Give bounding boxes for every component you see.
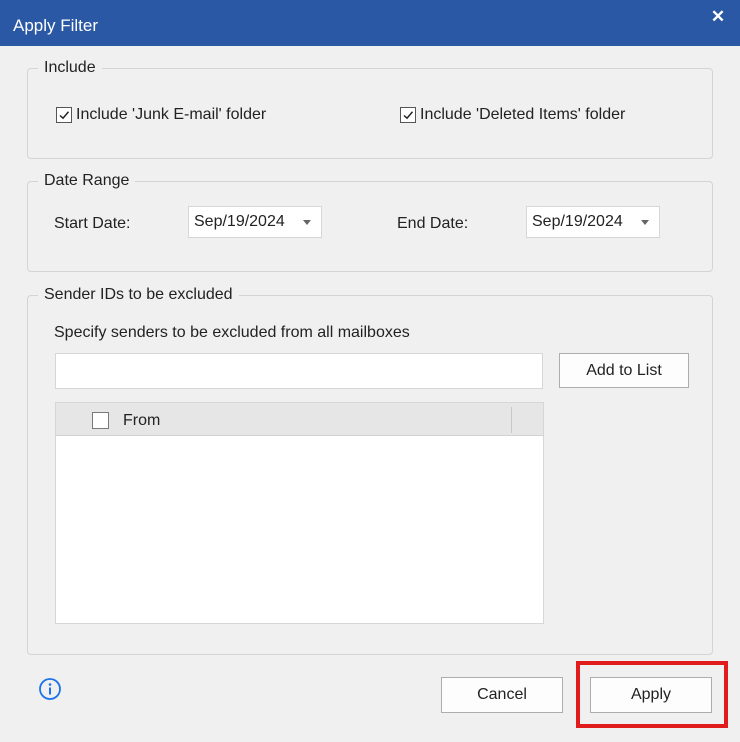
end-date-label: End Date: [397,215,469,232]
end-date-dropdown[interactable]: Sep/19/2024 [526,206,660,238]
sender-input[interactable] [55,353,543,389]
start-date-dropdown[interactable]: Sep/19/2024 [188,206,322,238]
deleted-check-icon[interactable] [400,107,416,123]
start-date-value: Sep/19/2024 [194,213,285,230]
start-date-label: Start Date: [54,215,131,232]
include-group: Include Include 'Junk E-mail' folder Inc… [27,59,713,159]
date-range-legend: Date Range [38,172,136,190]
sender-list[interactable]: From [55,402,544,624]
dialog-body: Include Include 'Junk E-mail' folder Inc… [0,46,740,742]
column-divider[interactable] [511,407,512,433]
end-date-value: Sep/19/2024 [532,213,623,230]
close-icon[interactable]: ✕ [704,4,732,30]
chevron-down-icon [641,219,649,225]
sender-group: Sender IDs to be excluded Specify sender… [27,286,713,655]
include-deleted-label: Include 'Deleted Items' folder [420,106,626,123]
include-deleted-checkbox[interactable]: Include 'Deleted Items' folder [400,106,625,124]
apply-highlight-box [576,661,728,728]
window-title: Apply Filter [13,16,99,35]
cancel-button[interactable]: Cancel [441,677,563,713]
add-to-list-label: Add to List [586,361,662,379]
sender-legend: Sender IDs to be excluded [38,286,239,304]
add-to-list-button[interactable]: Add to List [559,353,689,388]
cancel-label: Cancel [477,686,527,703]
list-header: From [56,403,543,436]
include-junk-checkbox[interactable]: Include 'Junk E-mail' folder [56,106,266,124]
date-range-group: Date Range Start Date: Sep/19/2024 End D… [27,172,713,272]
column-header-from[interactable]: From [123,412,160,430]
include-legend: Include [38,59,102,77]
junk-check-icon[interactable] [56,107,72,123]
title-bar: Apply Filter ✕ [0,0,740,46]
info-icon[interactable] [38,677,62,701]
chevron-down-icon [303,219,311,225]
select-all-checkbox[interactable] [92,412,109,429]
include-junk-label: Include 'Junk E-mail' folder [76,106,267,123]
sender-description: Specify senders to be excluded from all … [54,324,410,341]
